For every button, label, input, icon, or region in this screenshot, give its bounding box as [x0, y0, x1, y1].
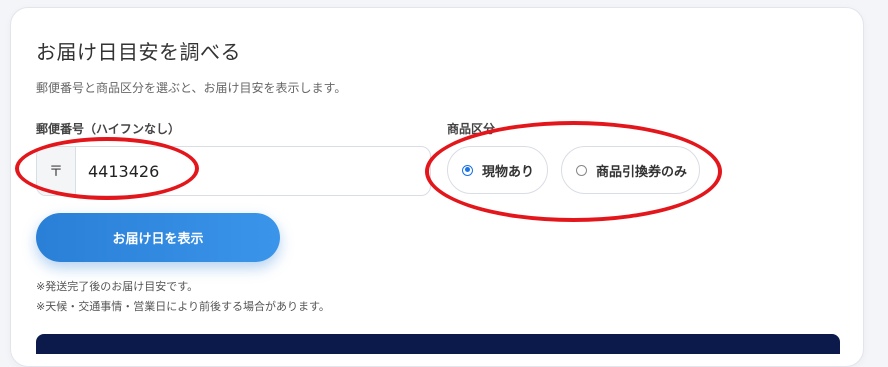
postal-mark-icon: 〒 — [37, 147, 76, 195]
postal-code-input[interactable] — [76, 147, 430, 195]
page-title: お届け日目安を調べる — [36, 40, 241, 64]
page-description: 郵便番号と商品区分を選ぶと、お届け目安を表示します。 — [36, 81, 347, 95]
postal-code-field: 〒 — [36, 146, 431, 196]
radio-unchecked-icon[interactable] — [576, 164, 587, 176]
category-option-label: 現物あり — [482, 164, 535, 180]
category-option-physical[interactable]: 現物あり — [447, 146, 548, 194]
radio-checked-icon[interactable] — [462, 164, 473, 176]
show-delivery-date-button[interactable]: お届け日を表示 — [36, 213, 280, 262]
postal-code-label: 郵便番号（ハイフンなし） — [36, 122, 181, 136]
note-line: ※発送完了後のお届け目安です。 — [36, 280, 199, 293]
category-label: 商品区分 — [447, 122, 496, 136]
category-option-voucher[interactable]: 商品引換券のみ — [561, 146, 700, 194]
category-option-label: 商品引換券のみ — [596, 164, 688, 180]
note-line: ※天候・交通事情・営業日により前後する場合があります。 — [36, 300, 330, 313]
result-panel — [36, 334, 840, 354]
